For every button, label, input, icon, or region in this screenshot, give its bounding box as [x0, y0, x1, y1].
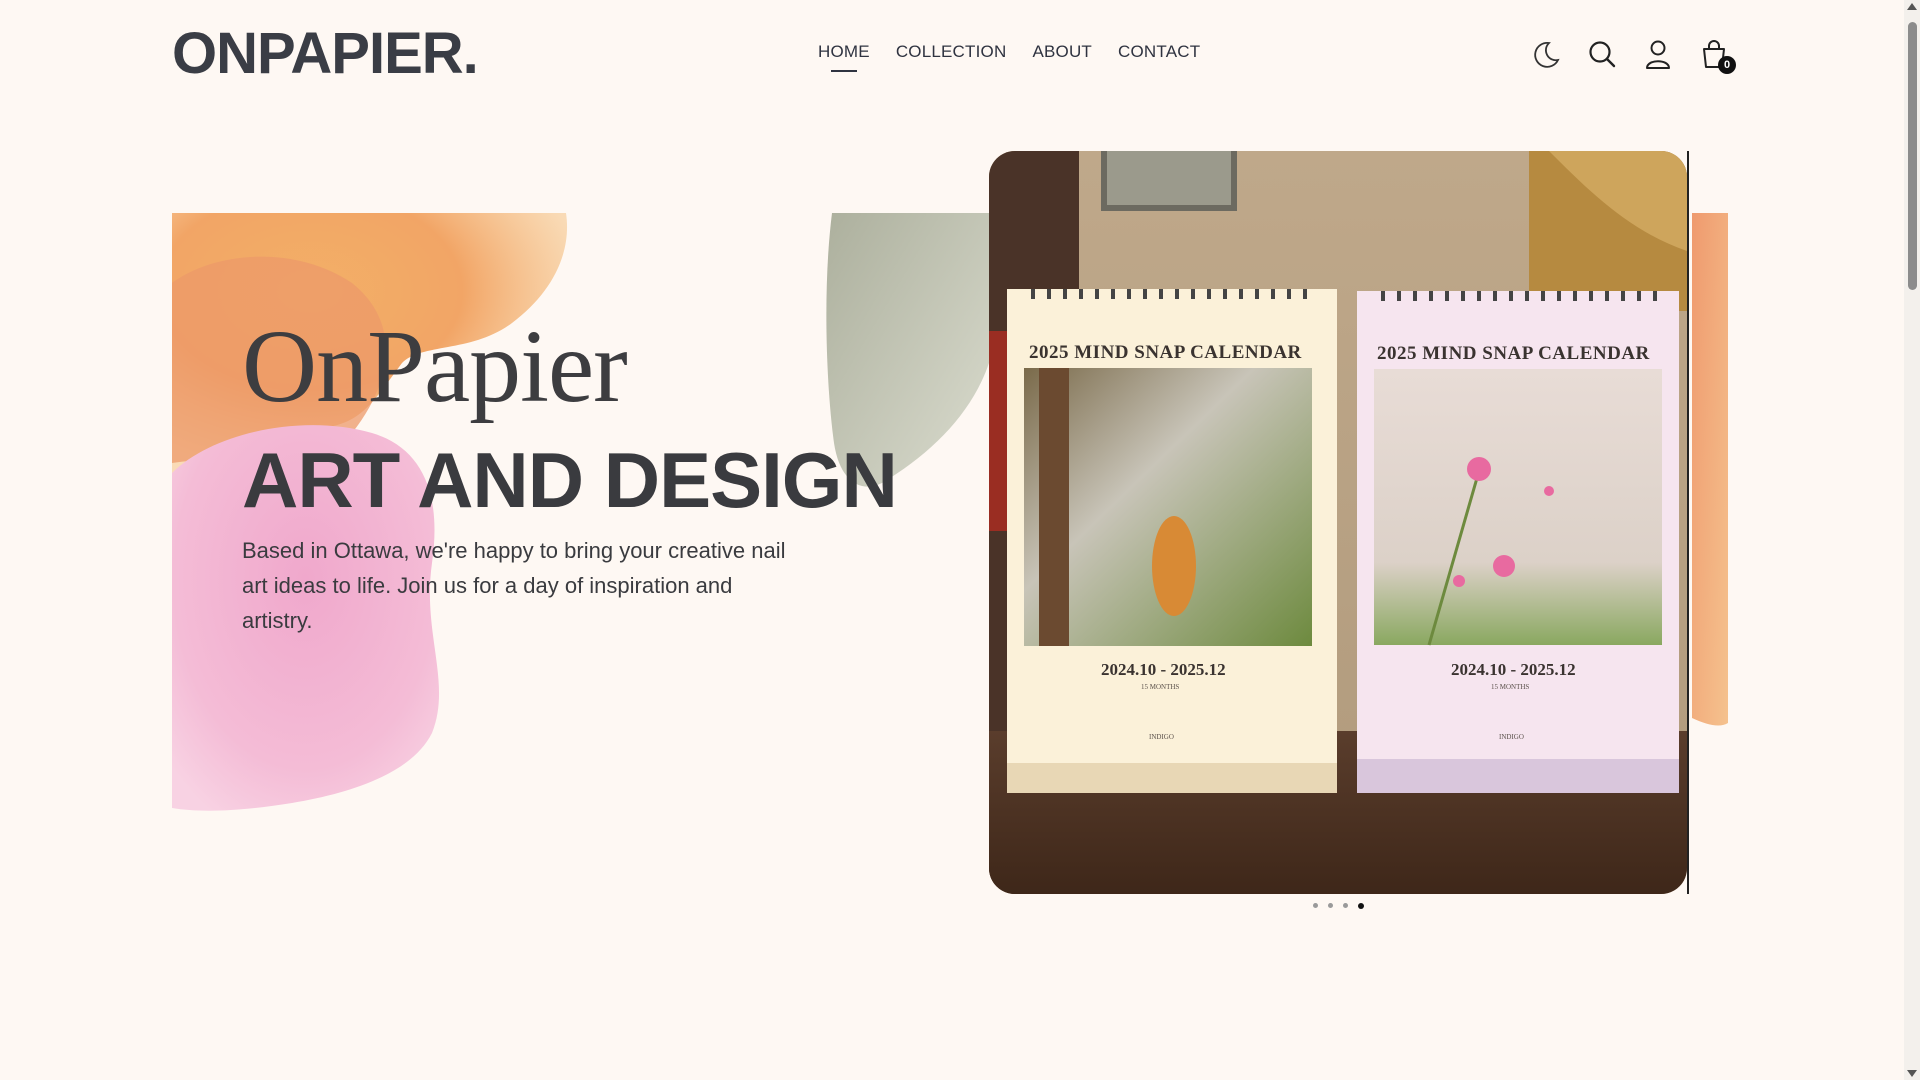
user-icon[interactable] [1642, 38, 1674, 70]
calendar-2-months: 15 MONTHS [1491, 683, 1529, 691]
scroll-down-arrow-icon[interactable] [1907, 1070, 1917, 1077]
slider-pagination [1313, 902, 1364, 909]
page: ONPAPIER. HOME COLLECTION ABOUT CONTACT … [0, 0, 1904, 1080]
site-logo[interactable]: ONPAPIER. [172, 20, 479, 87]
shopping-bag-icon[interactable]: 0 [1698, 38, 1736, 74]
calendar-1-title: 2025 MIND SNAP CALENDAR [1029, 342, 1302, 363]
hero-text: OnPapier ART AND DESIGN Based in Ottawa,… [242, 315, 962, 638]
header-icons: 0 [1530, 38, 1736, 74]
slider-edge-divider [1687, 151, 1689, 894]
slider-dot-2[interactable] [1328, 903, 1333, 908]
cart-count-badge: 0 [1718, 56, 1736, 74]
slider-dot-1[interactable] [1313, 903, 1318, 908]
calendar-2-brand: INDIGO [1499, 733, 1524, 741]
hero-slider[interactable]: 2025 MIND SNAP CALENDAR 2024.10 - 2025.1… [989, 151, 1687, 894]
slider-dot-4[interactable] [1358, 902, 1364, 909]
nav-contact[interactable]: CONTACT [1118, 42, 1200, 72]
slider-dot-3[interactable] [1343, 903, 1348, 908]
calendar-1-brand: INDIGO [1149, 733, 1174, 741]
main-nav: HOME COLLECTION ABOUT CONTACT [818, 42, 1200, 72]
page-scrollbar[interactable] [1904, 0, 1920, 1080]
nav-about[interactable]: ABOUT [1032, 42, 1092, 72]
scroll-thumb[interactable] [1908, 22, 1917, 290]
nav-collection[interactable]: COLLECTION [896, 42, 1007, 72]
hero-title: OnPapier [242, 309, 628, 424]
calendar-1-dates: 2024.10 - 2025.12 [1101, 660, 1226, 679]
nav-home[interactable]: HOME [818, 42, 870, 72]
moon-icon[interactable] [1530, 38, 1562, 70]
calendar-2-title: 2025 MIND SNAP CALENDAR [1377, 343, 1650, 364]
hero-subtitle: ART AND DESIGN [242, 436, 898, 524]
calendar-2-dates: 2024.10 - 2025.12 [1451, 660, 1576, 679]
slide-image: 2025 MIND SNAP CALENDAR 2024.10 - 2025.1… [989, 151, 1687, 894]
calendar-1-months: 15 MONTHS [1141, 683, 1179, 691]
scroll-up-arrow-icon[interactable] [1907, 3, 1917, 10]
hero-description: Based in Ottawa, we're happy to bring yo… [242, 538, 786, 633]
search-icon[interactable] [1586, 38, 1618, 70]
